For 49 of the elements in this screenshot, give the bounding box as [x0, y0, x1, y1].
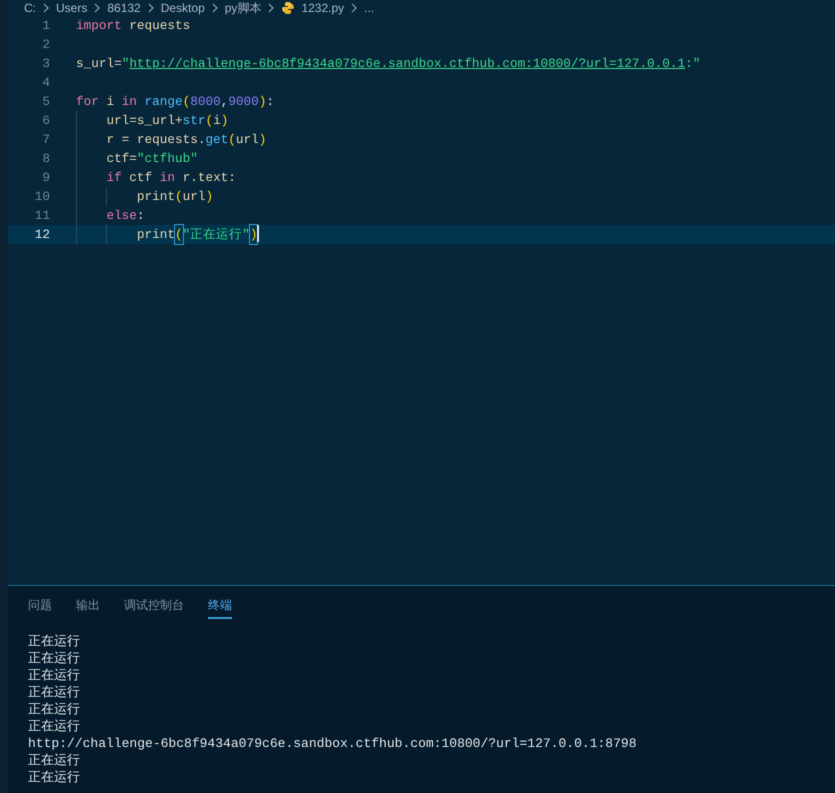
breadcrumb-item[interactable]: Users — [56, 0, 88, 14]
chevron-right-icon — [146, 2, 155, 12]
python-icon — [281, 0, 296, 14]
terminal-line: 正在运行 — [28, 650, 80, 667]
panel-tab[interactable]: 调试控制台 — [124, 596, 184, 619]
breadcrumb-item[interactable]: 1232.py — [301, 0, 344, 14]
code-line: url=s_url+str(i) — [76, 110, 228, 130]
breadcrumb-item[interactable]: C: — [24, 0, 36, 14]
line-number: 10 — [34, 188, 50, 206]
code-line: if ctf in r.text: — [76, 168, 236, 188]
chevron-right-icon — [93, 2, 102, 12]
line-number: 7 — [41, 130, 50, 149]
terminal-line: 正在运行 — [28, 633, 80, 650]
line-number: 5 — [41, 92, 50, 111]
chevron-right-icon — [267, 2, 276, 12]
line-number: 8 — [41, 150, 50, 168]
code-line: r = requests.get(url) — [76, 130, 266, 150]
breadcrumb-item[interactable]: 86132 — [107, 0, 141, 14]
line-number: 1 — [41, 16, 50, 35]
code-line: print(url) — [76, 186, 214, 206]
line-number: 2 — [41, 36, 50, 54]
chevron-right-icon — [350, 2, 358, 12]
terminal-line: 正在运行 — [28, 701, 80, 718]
breadcrumb-item[interactable]: Desktop — [160, 0, 205, 14]
terminal-line: 正在运行 — [28, 769, 80, 786]
terminal-line: 正在运行 — [28, 667, 80, 684]
line-number: 12 — [34, 226, 50, 244]
code-line: import requests — [76, 16, 190, 35]
text-cursor — [257, 224, 260, 242]
chevron-right-icon — [210, 2, 219, 12]
terminal-line: 正在运行 — [28, 752, 80, 769]
terminal-line: 正在运行 — [28, 684, 80, 701]
terminal-line: 正在运行 — [28, 718, 80, 735]
terminal-line: http://challenge-6bc8f9434a079c6e.sandbox.ctfhub.com:10800/?url=127.0.0.1:8798 — [28, 735, 636, 752]
breadcrumb-more[interactable]: ... — [364, 0, 374, 14]
chevron-right-icon — [42, 2, 50, 12]
line-number: 9 — [41, 168, 50, 187]
code-line: print("正在运行") — [76, 224, 260, 244]
breadcrumb-item[interactable]: py脚本 — [224, 0, 262, 14]
line-number: 4 — [41, 74, 50, 92]
code-line: s_url="http://challenge-6bc8f9434a079c6e.sandbox.ctfhub.com:10800/?url=127.0.0.1:" — [76, 54, 700, 73]
line-number: 6 — [41, 112, 50, 130]
panel-tab[interactable]: 输出 — [76, 596, 100, 619]
panel-tab[interactable]: 问题 — [28, 596, 52, 619]
code-line: for i in range(8000,9000): — [76, 92, 274, 111]
code-line: ctf="ctfhub" — [76, 148, 198, 168]
panel-tab[interactable]: 终端 — [208, 596, 232, 619]
line-number: 11 — [34, 206, 50, 225]
line-number: 3 — [41, 54, 50, 73]
